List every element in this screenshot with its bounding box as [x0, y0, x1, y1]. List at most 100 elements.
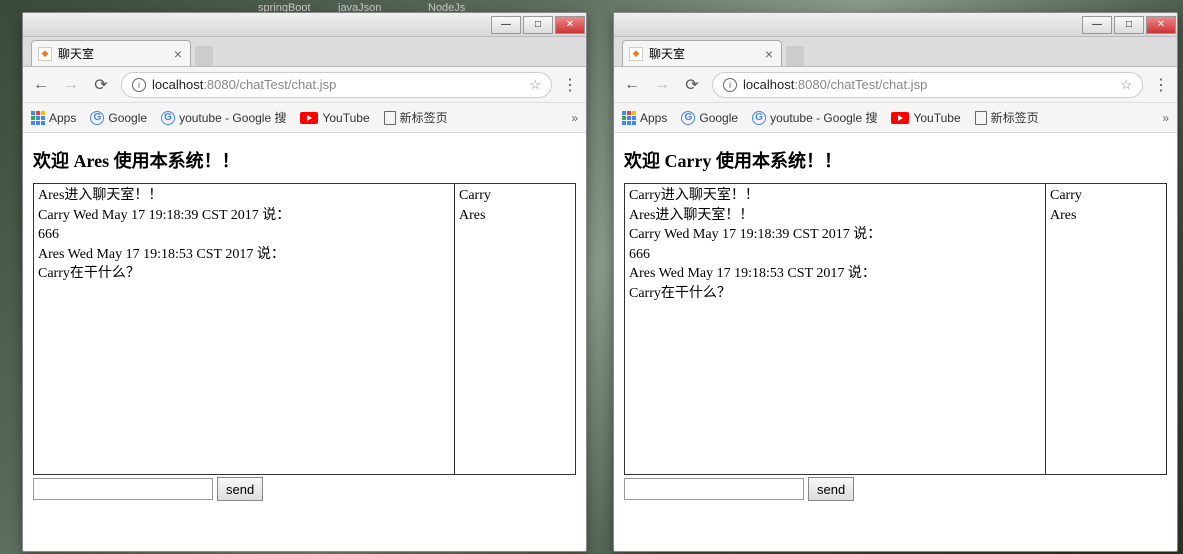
google-g-icon: G: [752, 111, 766, 125]
bookmark-youtube[interactable]: YouTube: [300, 111, 369, 125]
apps-button[interactable]: Apps: [31, 111, 76, 125]
address-bar[interactable]: i localhost:8080/chatTest/chat.jsp ☆: [712, 72, 1143, 98]
google-g-icon: G: [681, 111, 695, 125]
message-input[interactable]: [33, 478, 213, 500]
browser-menu-icon[interactable]: ⋮: [562, 75, 578, 95]
chat-line: 666: [629, 245, 1041, 265]
youtube-icon: [300, 112, 318, 124]
youtube-icon: [891, 112, 909, 124]
back-button[interactable]: ←: [622, 75, 642, 95]
reload-button[interactable]: ⟳: [682, 75, 702, 95]
document-icon: [384, 111, 396, 125]
bookmark-newtab[interactable]: 新标签页: [384, 109, 448, 126]
bookmark-label: youtube - Google 搜: [770, 109, 877, 126]
forward-button[interactable]: →: [61, 75, 81, 95]
tab-title: 聊天室: [58, 45, 94, 62]
chat-input-row: send: [624, 477, 1167, 501]
bookmarks-bar: Apps G Google Gyoutube - Google 搜 YouTube…: [614, 103, 1177, 133]
url-port: :8080: [794, 77, 827, 92]
user-list-item: Ares: [1050, 206, 1162, 226]
bookmark-youtube-search[interactable]: Gyoutube - Google 搜: [752, 109, 877, 126]
bookmark-google[interactable]: GGoogle: [90, 111, 147, 125]
maximize-button[interactable]: □: [523, 16, 553, 34]
tab-close-icon[interactable]: ×: [174, 46, 182, 62]
url-host: localhost: [743, 77, 794, 92]
reload-button[interactable]: ⟳: [91, 75, 111, 95]
browser-tabbar: ◆ 聊天室 ×: [23, 37, 586, 67]
browser-tabbar: ◆ 聊天室 ×: [614, 37, 1177, 67]
user-list-panel: Carry Ares: [455, 184, 575, 474]
window-titlebar[interactable]: — □ ✕: [23, 13, 586, 37]
bookmark-label: Google: [699, 111, 738, 125]
forward-button[interactable]: →: [652, 75, 672, 95]
google-g-icon: G: [161, 111, 175, 125]
back-button[interactable]: ←: [31, 75, 51, 95]
browser-window-left: — □ ✕ ◆ 聊天室 × ← → ⟳ i localhost:8080/cha…: [22, 12, 587, 552]
site-info-icon[interactable]: i: [723, 78, 737, 92]
chat-input-row: send: [33, 477, 576, 501]
new-tab-button[interactable]: [786, 46, 804, 66]
bookmark-star-icon[interactable]: ☆: [529, 77, 541, 93]
chat-line: Ares进入聊天室！！: [38, 186, 450, 206]
apps-label: Apps: [640, 111, 667, 125]
chat-line: 666: [38, 225, 450, 245]
apps-button[interactable]: Apps: [622, 111, 667, 125]
maximize-button[interactable]: □: [1114, 16, 1144, 34]
chat-line: Carry进入聊天室！！: [629, 186, 1041, 206]
apps-label: Apps: [49, 111, 76, 125]
page-content: 欢迎 Ares 使用本系统！！ Ares进入聊天室！！ Carry Wed Ma…: [23, 133, 586, 511]
chat-line: Carry在干什么？: [38, 264, 450, 284]
minimize-button[interactable]: —: [491, 16, 521, 34]
address-bar-row: ← → ⟳ i localhost:8080/chatTest/chat.jsp…: [614, 67, 1177, 103]
page-favicon: ◆: [38, 47, 52, 61]
site-info-icon[interactable]: i: [132, 78, 146, 92]
bookmarks-bar: Apps GGoogle Gyoutube - Google 搜 YouTube…: [23, 103, 586, 133]
url-path: /chatTest/chat.jsp: [236, 77, 336, 92]
bookmark-youtube-search[interactable]: Gyoutube - Google 搜: [161, 109, 286, 126]
browser-tab-active[interactable]: ◆ 聊天室 ×: [622, 40, 782, 66]
close-button[interactable]: ✕: [555, 16, 585, 34]
new-tab-button[interactable]: [195, 46, 213, 66]
browser-tab-active[interactable]: ◆ 聊天室 ×: [31, 40, 191, 66]
chat-line: Carry Wed May 17 19:18:39 CST 2017 说：: [629, 225, 1041, 245]
bookmark-newtab[interactable]: 新标签页: [975, 109, 1039, 126]
document-icon: [975, 111, 987, 125]
bookmark-youtube[interactable]: YouTube: [891, 111, 960, 125]
bookmark-label: YouTube: [322, 111, 369, 125]
browser-menu-icon[interactable]: ⋮: [1153, 75, 1169, 95]
send-button[interactable]: send: [808, 477, 854, 501]
send-button[interactable]: send: [217, 477, 263, 501]
url-host: localhost: [152, 77, 203, 92]
chat-line: Ares Wed May 17 19:18:53 CST 2017 说：: [629, 264, 1041, 284]
message-input[interactable]: [624, 478, 804, 500]
chat-line: Ares进入聊天室！！: [629, 206, 1041, 226]
url-port: :8080: [203, 77, 236, 92]
chat-line: Ares Wed May 17 19:18:53 CST 2017 说：: [38, 245, 450, 265]
user-list-item: Carry: [1050, 186, 1162, 206]
page-content: 欢迎 Carry 使用本系统！！ Carry进入聊天室！！ Ares进入聊天室！…: [614, 133, 1177, 511]
window-titlebar[interactable]: — □ ✕: [614, 13, 1177, 37]
bookmark-label: 新标签页: [991, 109, 1039, 126]
browser-window-right: — □ ✕ ◆ 聊天室 × ← → ⟳ i localhost:8080/cha…: [613, 12, 1178, 552]
chat-layout: Carry进入聊天室！！ Ares进入聊天室！！ Carry Wed May 1…: [624, 183, 1167, 475]
bookmark-label: youtube - Google 搜: [179, 109, 286, 126]
user-list-item: Carry: [459, 186, 571, 206]
chat-messages-panel: Carry进入聊天室！！ Ares进入聊天室！！ Carry Wed May 1…: [625, 184, 1046, 474]
apps-grid-icon: [31, 111, 45, 125]
address-bar-row: ← → ⟳ i localhost:8080/chatTest/chat.jsp…: [23, 67, 586, 103]
bookmark-label: YouTube: [913, 111, 960, 125]
chat-messages-panel: Ares进入聊天室！！ Carry Wed May 17 19:18:39 CS…: [34, 184, 455, 474]
tab-close-icon[interactable]: ×: [765, 46, 773, 62]
apps-grid-icon: [622, 111, 636, 125]
url-path: /chatTest/chat.jsp: [827, 77, 927, 92]
minimize-button[interactable]: —: [1082, 16, 1112, 34]
bookmark-overflow[interactable]: »: [571, 111, 578, 125]
address-bar[interactable]: i localhost:8080/chatTest/chat.jsp ☆: [121, 72, 552, 98]
bookmark-overflow[interactable]: »: [1162, 111, 1169, 125]
user-list-item: Ares: [459, 206, 571, 226]
close-button[interactable]: ✕: [1146, 16, 1176, 34]
bookmark-google[interactable]: G Google: [681, 111, 738, 125]
welcome-heading: 欢迎 Ares 使用本系统！！: [33, 147, 576, 173]
bookmark-star-icon[interactable]: ☆: [1120, 77, 1132, 93]
chat-line: Carry在干什么？: [629, 284, 1041, 304]
